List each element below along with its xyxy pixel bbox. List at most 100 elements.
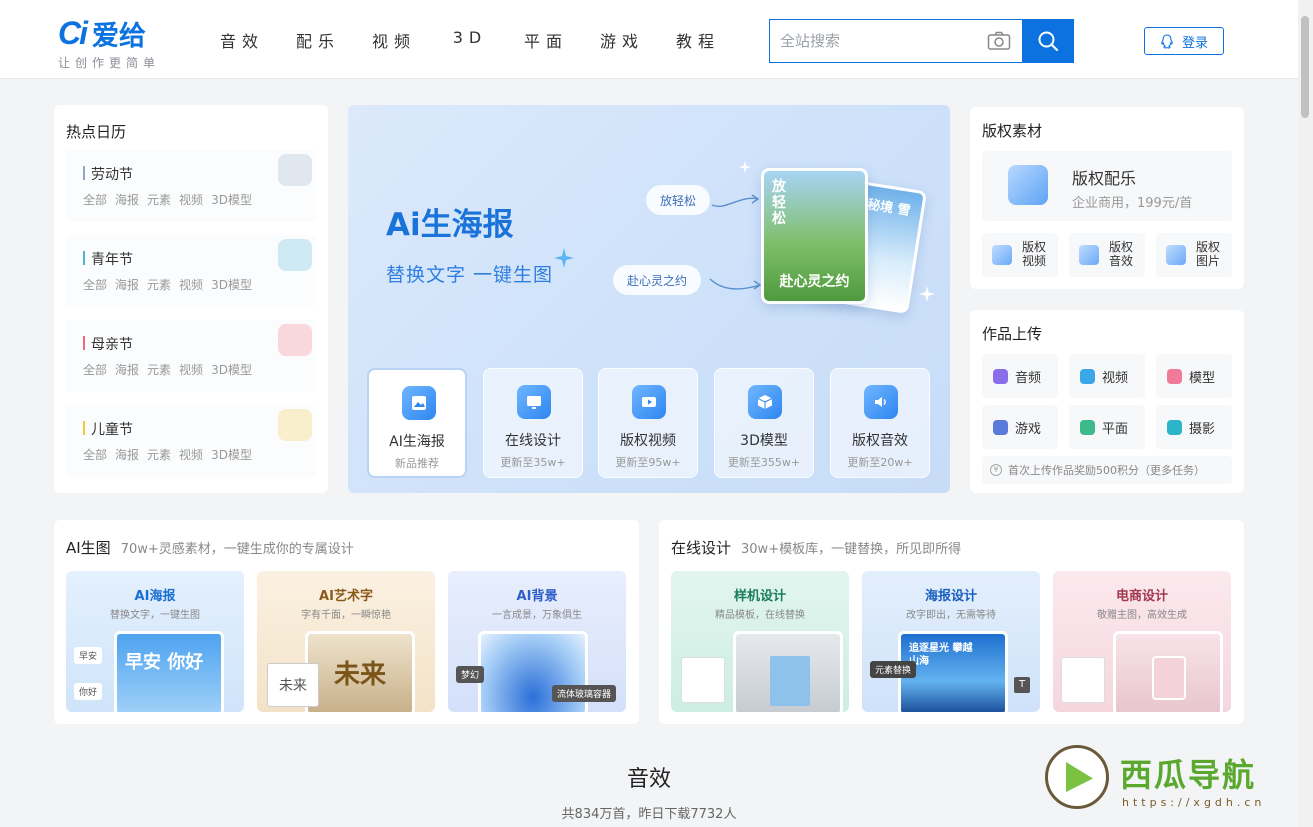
hot-tag[interactable]: 海报 [115, 191, 139, 208]
tile-chip: 流体玻璃容器 [552, 685, 617, 702]
copyright-item-label: 版权图片 [1196, 240, 1221, 268]
nav-item-audio[interactable]: 音效 [204, 28, 280, 52]
hot-tag[interactable]: 元素 [147, 361, 171, 378]
pinwheel-icon [278, 409, 312, 441]
copyright-sfx-item[interactable]: 版权音效 [1069, 233, 1145, 277]
copyright-music-sub: 企业商用，199元/首 [1072, 196, 1193, 211]
image-icon [1166, 245, 1186, 265]
tile-title: AI海报 [134, 589, 176, 604]
upload-label: 平面 [1102, 421, 1129, 437]
search-input[interactable] [770, 20, 976, 62]
tile-poster-design[interactable]: 海报设计 改字即出，无需等待 追逐星光 攀越山海 元素替换 T [862, 571, 1040, 712]
feature-online-design[interactable]: 在线设计 更新至35w+ [483, 368, 583, 478]
feature-name: AI生海报 [389, 434, 445, 450]
video-icon [992, 245, 1012, 265]
scrollbar[interactable] [1298, 0, 1313, 827]
speaker-icon [1079, 245, 1099, 265]
upload-photo[interactable]: 摄影 [1156, 405, 1232, 449]
hot-tag[interactable]: 视频 [179, 276, 203, 293]
tile-ai-background[interactable]: AI背景 一言成景，万象俱生 梦幻 流体玻璃容器 [448, 571, 626, 712]
hot-item-youth-day[interactable]: 青年节 全部 海报 元素 视频 3D模型 [66, 235, 316, 307]
feature-3d-model[interactable]: 3D模型 更新至355w+ [714, 368, 814, 478]
feature-ai-poster[interactable]: AI生海报 新品推荐 [367, 368, 467, 478]
section-subtitle: 30w+模板库，一键替换，所见即所得 [741, 542, 962, 557]
hot-tag[interactable]: 3D模型 [211, 446, 252, 463]
nav-item-tutorial[interactable]: 教程 [660, 28, 736, 52]
login-button[interactable]: 登录 [1144, 27, 1224, 55]
feature-copyright-video[interactable]: 版权视频 更新至95w+ [598, 368, 698, 478]
hot-item-mothers-day[interactable]: 母亲节 全部 海报 元素 视频 3D模型 [66, 320, 316, 392]
hot-tag[interactable]: 海报 [115, 276, 139, 293]
nav-item-video[interactable]: 视频 [356, 28, 432, 52]
upload-graphic[interactable]: 平面 [1069, 405, 1145, 449]
sparkle-icon [738, 160, 752, 174]
nav-item-game[interactable]: 游戏 [584, 28, 660, 52]
upload-tip[interactable]: ¥ 首次上传作品奖励500积分（更多任务） [982, 456, 1232, 484]
hot-tag[interactable]: 全部 [83, 191, 107, 208]
hero-banner[interactable]: Ai生海报 替换文字 一键生图 放轻松 赴心灵之约 冰封秘境 雪寻欢 放轻松 赴… [348, 105, 950, 493]
search-button[interactable] [1022, 20, 1073, 62]
nav-item-graphic[interactable]: 平面 [508, 28, 584, 52]
feature-name: 3D模型 [740, 433, 788, 449]
hot-item-labor-day[interactable]: 劳动节 全部 海报 元素 视频 3D模型 [66, 150, 316, 222]
section-subtitle: 70w+灵感素材，一键生成你的专属设计 [120, 542, 354, 557]
tile-ecommerce-design[interactable]: 电商设计 敬赠主图，高效生成 [1053, 571, 1231, 712]
tile-ai-poster[interactable]: AI海报 替换文字，一键生图 早安 你好 早安 你好 [66, 571, 244, 712]
copyright-video-item[interactable]: 版权视频 [982, 233, 1058, 277]
hot-tag[interactable]: 元素 [147, 446, 171, 463]
upload-audio[interactable]: 音频 [982, 354, 1058, 398]
upload-video[interactable]: 视频 [1069, 354, 1145, 398]
hot-tag[interactable]: 全部 [83, 276, 107, 293]
copyright-music-item[interactable]: 版权配乐 企业商用，199元/首 [982, 151, 1232, 221]
tile-title: AI背景 [516, 589, 558, 604]
hot-tag[interactable]: 海报 [115, 361, 139, 378]
hot-tag[interactable]: 视频 [179, 191, 203, 208]
main-nav: 音效 配乐 视频 3D 平面 游戏 教程 [204, 28, 736, 52]
tile-subtitle: 改字即出，无需等待 [906, 610, 996, 621]
hot-tag[interactable]: 元素 [147, 191, 171, 208]
hot-tag[interactable]: 视频 [179, 361, 203, 378]
hot-tag[interactable]: 3D模型 [211, 191, 252, 208]
tile-chip: 你好 [74, 683, 103, 700]
monitor-icon [517, 385, 551, 419]
scrollbar-thumb[interactable] [1301, 16, 1309, 118]
tile-preview-text: 未来 [333, 660, 386, 690]
feature-copyright-sfx[interactable]: 版权音效 更新至20w+ [830, 368, 930, 478]
banner-bubble-1: 放轻松 [646, 185, 711, 215]
tile-title: 海报设计 [924, 589, 977, 604]
banner-subtitle: 替换文字 一键生图 [386, 264, 554, 286]
tile-ai-art-text[interactable]: AI艺术字 字有千面，一瞬惊艳 未来 未来 [257, 571, 435, 712]
tile-mockup-design[interactable]: 样机设计 精品模板，在线替换 [671, 571, 849, 712]
hot-tag[interactable]: 海报 [115, 446, 139, 463]
copyright-item-label: 版权音效 [1109, 240, 1134, 268]
banner-title: Ai生海报 [386, 207, 514, 243]
watermark-url: https://xgdh.cn [1122, 796, 1266, 809]
logo[interactable]: Ci 爱给 让创作更简单 [58, 15, 176, 72]
hot-tag[interactable]: 元素 [147, 276, 171, 293]
hot-tag[interactable]: 3D模型 [211, 276, 252, 293]
tile-chip: 元素替换 [870, 661, 917, 678]
hot-item-childrens-day[interactable]: 儿童节 全部 海报 元素 视频 3D模型 [66, 405, 316, 477]
copyright-image-item[interactable]: 版权图片 [1156, 233, 1232, 277]
pattern-thumb [681, 657, 725, 703]
poster-icon [402, 386, 436, 420]
sparkle-icon [554, 248, 574, 268]
hot-tag[interactable]: 3D模型 [211, 361, 252, 378]
sparkle-icon [918, 285, 936, 303]
upload-label: 音频 [1015, 370, 1042, 386]
upload-game[interactable]: 游戏 [982, 405, 1058, 449]
login-label: 登录 [1181, 35, 1208, 51]
qq-icon [1161, 33, 1173, 48]
tile-preview-text: 早安 你好 [125, 652, 204, 673]
nav-item-music[interactable]: 配乐 [280, 28, 356, 52]
hot-item-name: 青年节 [83, 249, 133, 269]
logo-name: 爱给 [92, 20, 146, 52]
camera-icon[interactable] [976, 20, 1022, 62]
video-icon [1080, 368, 1095, 384]
hot-tag[interactable]: 全部 [83, 446, 107, 463]
hot-tag[interactable]: 全部 [83, 361, 107, 378]
ai-generate-section: AI生图 70w+灵感素材，一键生成你的专属设计 AI海报 替换文字，一键生图 … [54, 520, 639, 724]
upload-model[interactable]: 模型 [1156, 354, 1232, 398]
hot-tag[interactable]: 视频 [179, 446, 203, 463]
nav-item-3d[interactable]: 3D [432, 28, 508, 52]
